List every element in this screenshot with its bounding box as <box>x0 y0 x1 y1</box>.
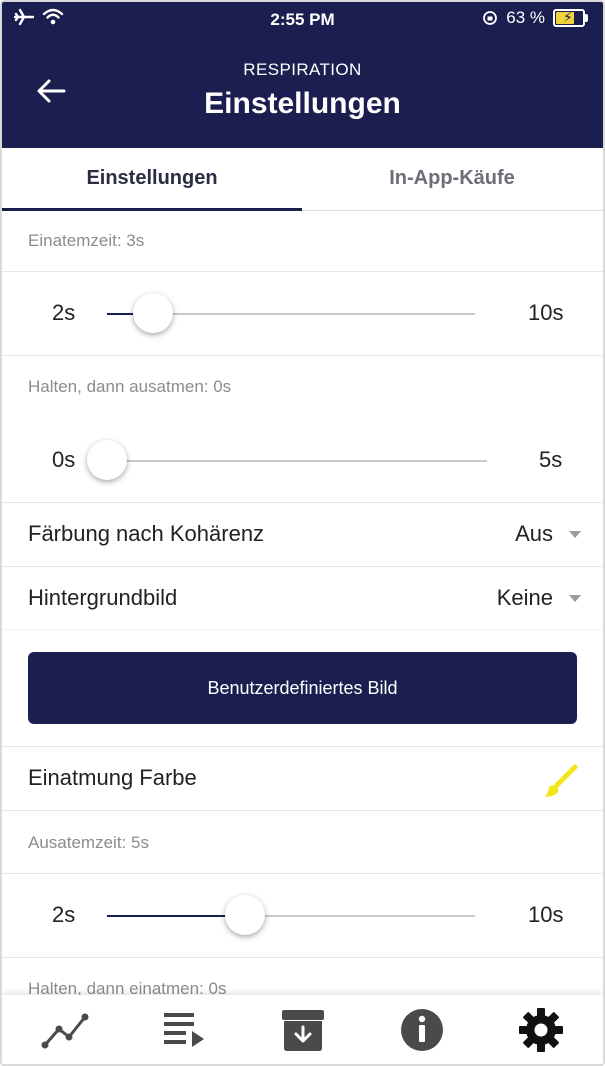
hold-inhale-label: Halten, dann einatmen: 0s <box>28 979 227 995</box>
status-bar: 2:55 PM 63 % ⚡ <box>2 2 603 36</box>
coherence-coloring-label: Färbung nach Kohärenz <box>28 521 265 546</box>
nav-chart[interactable] <box>41 1007 89 1053</box>
status-right: 63 % ⚡ <box>482 8 588 28</box>
archive-download-icon <box>282 1010 324 1051</box>
tab-bar: Einstellungen In-App-Käufe <box>2 148 603 211</box>
exhale-time-slider[interactable] <box>107 895 475 935</box>
background-image-value[interactable]: Keine <box>497 585 553 611</box>
inhale-slider-max: 10s <box>528 300 564 325</box>
header-subtitle: RESPIRATION <box>243 60 362 79</box>
hold-exhale-label: Halten, dann ausatmen: 0s <box>28 377 232 396</box>
inhale-color-label: Einatmung Farbe <box>28 765 197 790</box>
exhale-time-label: Ausatemzeit: 5s <box>28 833 149 852</box>
coherence-coloring-value[interactable]: Aus <box>515 521 553 547</box>
divider <box>2 810 603 811</box>
dropdown-arrow-icon[interactable] <box>569 531 581 538</box>
paint-brush-icon[interactable] <box>541 761 581 801</box>
inhale-time-slider-row: 2s 10s <box>2 272 603 356</box>
battery-icon: ⚡ <box>553 9 588 27</box>
app-frame: 2:55 PM 63 % ⚡ RESPIRATION Einstellungen… <box>0 0 605 1066</box>
custom-image-button[interactable]: Benutzerdefiniertes Bild <box>28 652 577 724</box>
inhale-time-label: Einatemzeit: 3s <box>28 231 145 250</box>
background-image-label: Hintergrundbild <box>28 585 178 610</box>
page-title: Einstellungen <box>204 87 401 120</box>
divider <box>2 355 603 356</box>
background-image-row[interactable]: Hintergrundbild Keine <box>2 567 603 630</box>
hold-exhale-slider[interactable] <box>87 440 487 480</box>
inhale-time-slider[interactable] <box>107 293 475 333</box>
divider <box>2 629 603 630</box>
exhale-slider-max: 10s <box>528 902 564 927</box>
bottom-nav <box>2 995 603 1064</box>
header: 2:55 PM 63 % ⚡ RESPIRATION Einstellungen <box>2 2 603 148</box>
settings-list[interactable]: Einatemzeit: 3s 2s 10s Halten, dann ausa… <box>2 211 603 995</box>
hold-exhale-slider-thumb[interactable] <box>87 440 127 480</box>
hold-exhale-slider-max: 5s <box>539 447 563 472</box>
info-icon <box>401 1009 443 1051</box>
inhale-slider-thumb[interactable] <box>133 293 173 333</box>
hold-exhale-slider-min: 0s <box>52 447 76 472</box>
exhale-slider-min: 2s <box>52 902 76 927</box>
gear-icon <box>519 1008 563 1052</box>
coherence-coloring-row[interactable]: Färbung nach Kohärenz Aus <box>2 503 603 566</box>
hold-exhale-slider-row: 0s 5s <box>2 419 603 503</box>
line-chart-icon <box>41 1013 89 1049</box>
tab-einstellungen[interactable]: Einstellungen <box>2 148 302 210</box>
battery-percent: 63 % <box>506 8 545 27</box>
inhale-color-row[interactable]: Einatmung Farbe <box>2 747 603 810</box>
exhale-slider-thumb[interactable] <box>225 895 265 935</box>
nav-archive[interactable] <box>279 1007 327 1053</box>
nav-settings[interactable] <box>517 1007 565 1053</box>
nav-info[interactable] <box>398 1007 446 1053</box>
playlist-icon <box>164 1013 204 1047</box>
exhale-time-slider-row: 2s 10s <box>2 874 603 958</box>
charging-bolt-icon: ⚡ <box>563 9 573 25</box>
divider <box>2 957 603 958</box>
tab-in-app-kaeufe[interactable]: In-App-Käufe <box>302 148 602 210</box>
inhale-slider-min: 2s <box>52 300 76 325</box>
dropdown-arrow-icon[interactable] <box>569 595 581 602</box>
nav-playlist[interactable] <box>160 1007 208 1053</box>
orientation-lock-icon <box>483 11 498 25</box>
